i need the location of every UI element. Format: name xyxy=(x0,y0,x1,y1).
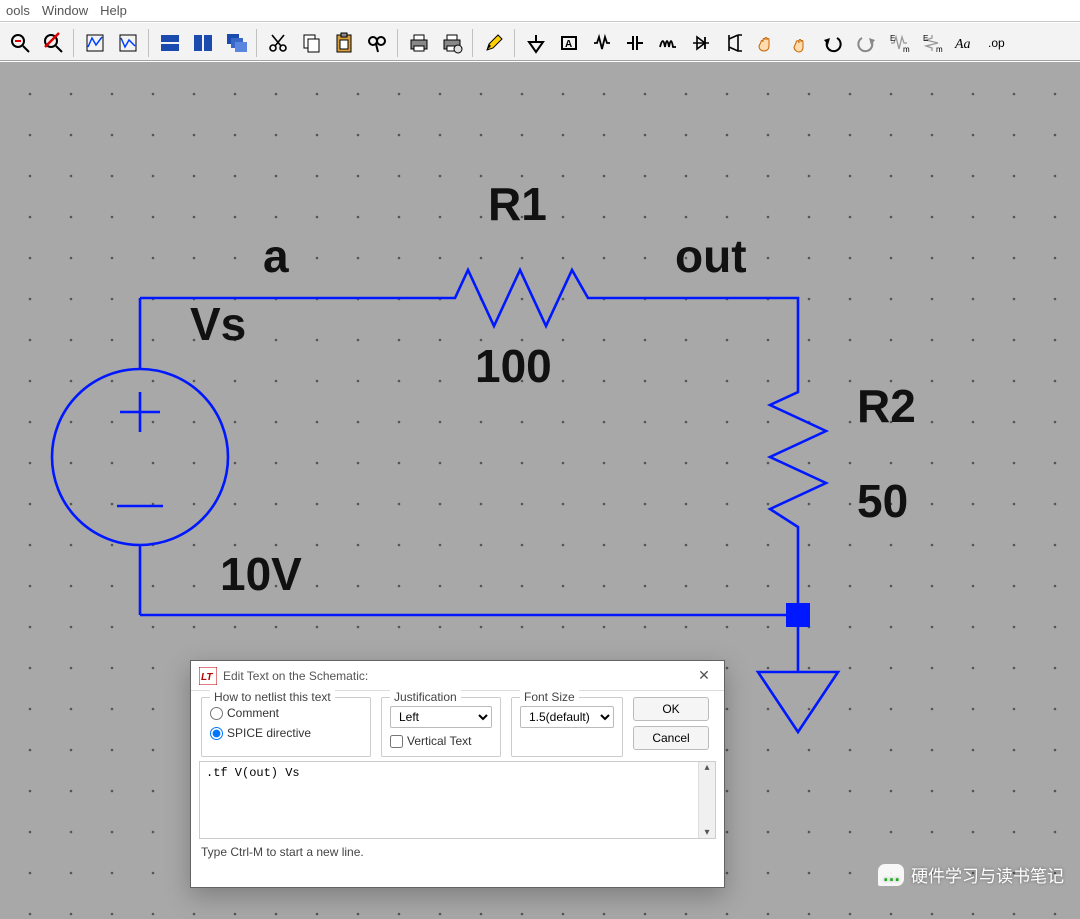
netlist-group: How to netlist this text Comment SPICE d… xyxy=(201,697,371,757)
print-icon[interactable] xyxy=(403,28,434,59)
edit-text-dialog: LT Edit Text on the Schematic: ✕ How to … xyxy=(190,660,725,888)
fontsize-group-title: Font Size xyxy=(520,690,579,704)
drag-icon[interactable] xyxy=(784,28,815,59)
close-icon[interactable]: ✕ xyxy=(692,667,716,684)
toolbar-separator xyxy=(148,29,149,57)
watermark: 硬件学习与读书笔记 xyxy=(878,862,1064,887)
diode-icon[interactable] xyxy=(685,28,716,59)
menubar[interactable]: ools Window Help xyxy=(0,0,1080,22)
directive-textarea-wrap: ▴▾ xyxy=(199,761,716,839)
op-icon[interactable]: .op xyxy=(982,28,1013,59)
ok-button[interactable]: OK xyxy=(633,697,709,721)
copy-icon[interactable] xyxy=(295,28,326,59)
vertical-text-checkbox[interactable]: Vertical Text xyxy=(390,734,492,748)
directive-textarea[interactable] xyxy=(200,762,698,838)
find-icon[interactable] xyxy=(361,28,392,59)
radio-comment[interactable]: Comment xyxy=(210,706,362,720)
menu-help[interactable]: Help xyxy=(94,1,133,20)
zoom-cancel-icon[interactable] xyxy=(37,28,68,59)
inductor-icon[interactable] xyxy=(652,28,683,59)
r1-name-label[interactable]: R1 xyxy=(488,178,547,230)
dialog-hint: Type Ctrl-M to start a new line. xyxy=(201,845,714,859)
scrollbar[interactable]: ▴▾ xyxy=(698,762,715,838)
node-a-label[interactable]: a xyxy=(263,230,289,282)
fontsize-group: Font Size 1.5(default) xyxy=(511,697,623,757)
toolbar-separator xyxy=(472,29,473,57)
justification-group-title: Justification xyxy=(390,690,461,704)
r1-value-label[interactable]: 100 xyxy=(475,340,552,392)
justification-select[interactable]: Left xyxy=(390,706,492,728)
justification-group: Justification Left Vertical Text xyxy=(381,697,501,757)
svg-text:.op: .op xyxy=(988,36,1005,50)
capacitor-icon[interactable] xyxy=(619,28,650,59)
component-icon[interactable] xyxy=(718,28,749,59)
svg-text:m: m xyxy=(936,45,943,54)
resistor-icon[interactable] xyxy=(586,28,617,59)
toolbar: A Em Em Aa .op xyxy=(0,22,1080,61)
pencil-icon[interactable] xyxy=(478,28,509,59)
svg-text:LT: LT xyxy=(201,672,213,683)
zoom-out-icon[interactable] xyxy=(4,28,35,59)
grab-icon[interactable] xyxy=(751,28,782,59)
svg-text:E: E xyxy=(923,34,928,43)
radio-spice-directive[interactable]: SPICE directive xyxy=(210,726,362,740)
r2-name-label[interactable]: R2 xyxy=(857,380,916,432)
paste-icon[interactable] xyxy=(328,28,359,59)
netlist-group-title: How to netlist this text xyxy=(210,690,335,704)
toolbar-separator xyxy=(256,29,257,57)
svg-text:m: m xyxy=(903,45,910,54)
r2-value-label[interactable]: 50 xyxy=(857,475,908,527)
cut-icon[interactable] xyxy=(262,28,293,59)
svg-text:A: A xyxy=(565,39,572,50)
toolbar-separator xyxy=(73,29,74,57)
menu-tools[interactable]: ools xyxy=(0,1,36,20)
print-setup-icon[interactable] xyxy=(436,28,467,59)
node-out-label[interactable]: out xyxy=(675,230,747,282)
autorange-y-icon[interactable] xyxy=(79,28,110,59)
watermark-text: 硬件学习与读书笔记 xyxy=(911,862,1064,887)
label-net-icon[interactable]: A xyxy=(553,28,584,59)
autorange-x-icon[interactable] xyxy=(112,28,143,59)
app-icon: LT xyxy=(199,667,217,685)
undo-icon[interactable] xyxy=(817,28,848,59)
vs-name-label[interactable]: Vs xyxy=(190,298,246,350)
svg-text:E: E xyxy=(890,34,895,43)
text-icon[interactable]: Aa xyxy=(949,28,980,59)
dialog-titlebar[interactable]: LT Edit Text on the Schematic: ✕ xyxy=(191,661,724,691)
ground-icon[interactable] xyxy=(520,28,551,59)
svg-text:Aa: Aa xyxy=(954,37,971,52)
rotate-icon[interactable]: Em xyxy=(883,28,914,59)
vs-value-label[interactable]: 10V xyxy=(220,548,302,600)
dialog-title: Edit Text on the Schematic: xyxy=(223,669,692,683)
wechat-icon xyxy=(878,864,904,886)
redo-icon[interactable] xyxy=(850,28,881,59)
menu-window[interactable]: Window xyxy=(36,1,94,20)
tile-vertical-icon[interactable] xyxy=(154,28,185,59)
mirror-icon[interactable]: Em xyxy=(916,28,947,59)
toolbar-separator xyxy=(514,29,515,57)
cascade-icon[interactable] xyxy=(220,28,251,59)
fontsize-select[interactable]: 1.5(default) xyxy=(520,706,614,728)
cancel-button[interactable]: Cancel xyxy=(633,726,709,750)
tile-horizontal-icon[interactable] xyxy=(187,28,218,59)
toolbar-separator xyxy=(397,29,398,57)
